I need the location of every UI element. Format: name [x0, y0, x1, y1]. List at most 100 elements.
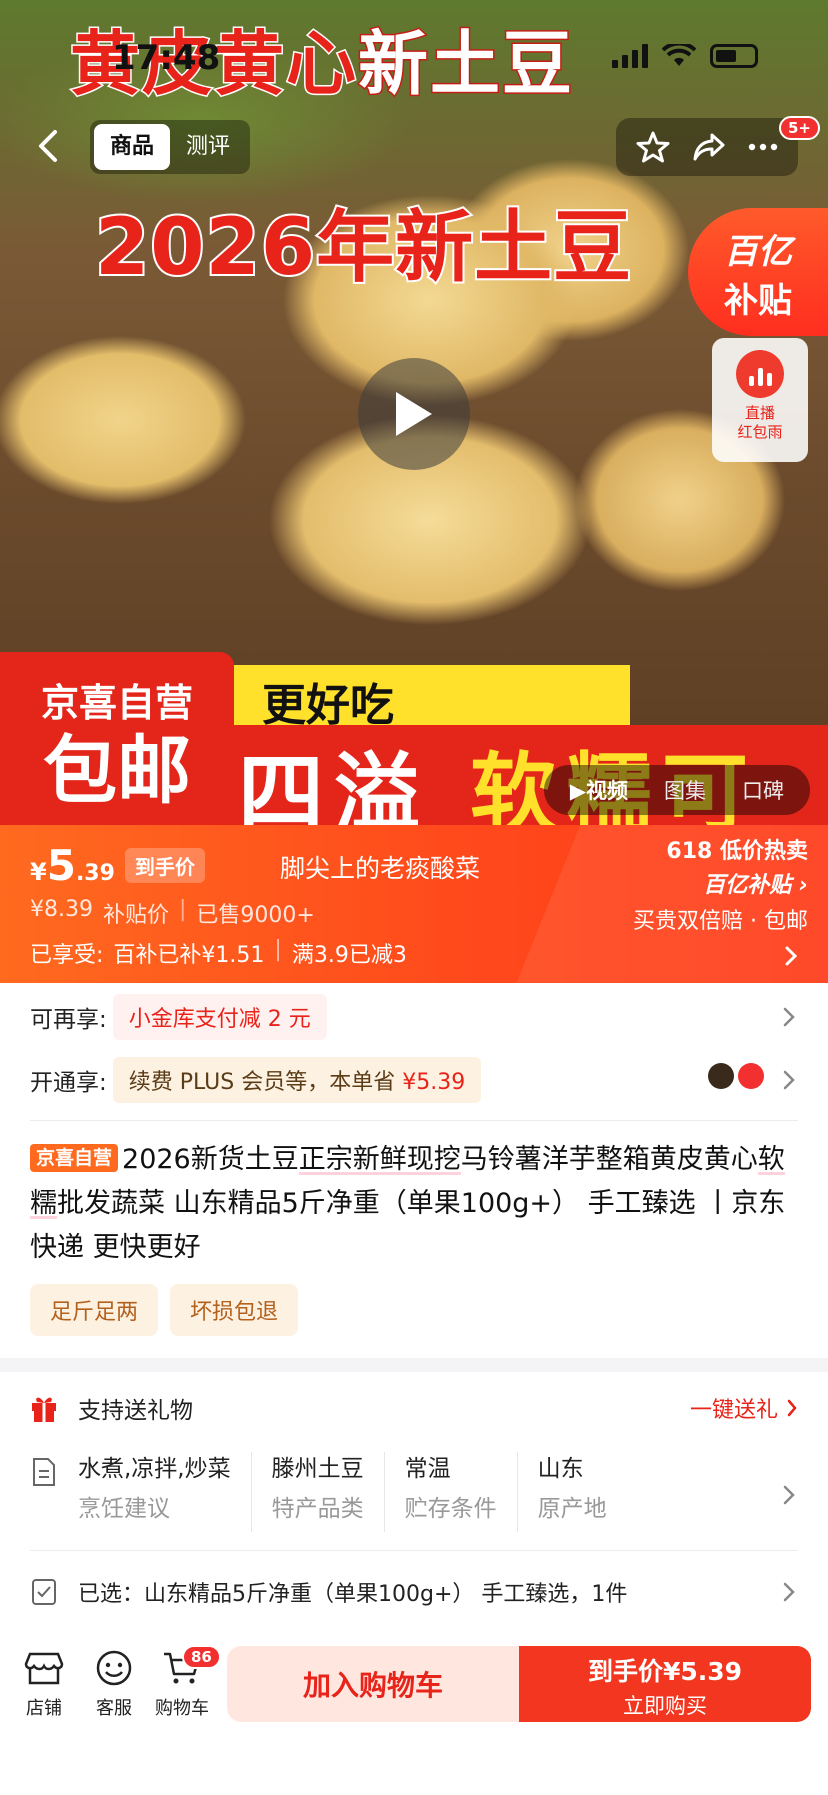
- subsidy-applied: 百补已补¥1.51: [113, 943, 265, 968]
- jingxi-self-run-tag: 京喜自营: [30, 1144, 119, 1172]
- price-bar[interactable]: ¥ 5 .39 到手价 脚尖上的老痰酸菜 ¥8.39 补贴价 | 已售9000+…: [0, 825, 828, 983]
- jx-badge-title: 京喜自营: [40, 681, 193, 725]
- promo-618-label: 618 低价热卖: [666, 839, 808, 864]
- media-tab-gallery[interactable]: 图集: [646, 775, 724, 805]
- live-icon: [736, 350, 784, 398]
- status-icons: [612, 44, 758, 68]
- spec-item: 水煮,凉拌,炒菜 烹饪建议: [58, 1452, 252, 1532]
- jingxi-free-shipping-badge: 京喜自营 包邮: [0, 652, 234, 825]
- sold-count: 已售9000+: [196, 903, 315, 928]
- nav-actions: [616, 118, 798, 176]
- extra-offer-row[interactable]: 可再享: 小金库支付减 2 元: [30, 993, 327, 1041]
- play-icon: [396, 392, 432, 436]
- back-button[interactable]: [28, 122, 68, 170]
- chevron-right-icon: [787, 1399, 797, 1417]
- nav-tabs: 商品 测评: [90, 120, 251, 174]
- original-price: ¥8.39: [30, 897, 93, 922]
- buy-now-button[interactable]: 到手价¥5.39 立即购买: [519, 1646, 811, 1722]
- price-currency: ¥: [30, 858, 47, 886]
- subsidy-badge-line2: 补贴: [724, 281, 792, 321]
- spec-row[interactable]: 水煮,凉拌,炒菜 烹饪建议 滕州土豆 特产品类 常温 贮存条件 山东 原产地: [30, 1452, 798, 1532]
- back-arrow-icon: [39, 130, 57, 162]
- chevron-right-icon: [783, 1485, 795, 1505]
- gift-icon: [32, 1397, 56, 1422]
- subsidy-promo-panel[interactable]: 618 低价热卖 百亿补贴 › 买贵双倍赔 · 包邮: [588, 833, 808, 935]
- tab-product[interactable]: 商品: [94, 124, 171, 170]
- divider: [30, 1120, 798, 1121]
- live-red-packet-button[interactable]: 直播 红包雨: [712, 338, 808, 462]
- subsidy-badge-line1: 百亿: [724, 232, 792, 272]
- chevron-right-icon: [785, 946, 798, 966]
- extra-offer-pill: 小金库支付减 2 元: [112, 994, 327, 1040]
- plus-icons: [708, 1063, 764, 1089]
- favorite-button[interactable]: [636, 130, 670, 164]
- selected-variant-row[interactable]: 已选：山东精品5斤净重（单果100g+） 手工臻选，1件: [30, 1572, 798, 1612]
- gift-row[interactable]: 支持送礼物 一键送礼: [30, 1388, 798, 1428]
- price-integer: 5: [46, 841, 76, 890]
- spec-item: 常温 贮存条件: [385, 1452, 518, 1532]
- price-slogan: 脚尖上的老痰酸菜: [280, 854, 481, 883]
- separator: |: [179, 897, 187, 922]
- one-click-gift-button[interactable]: 一键送礼: [690, 1392, 798, 1424]
- red-packet-label: 红包雨: [737, 423, 783, 441]
- card-icon: [738, 1063, 764, 1089]
- discount-applied: 满3.9已减3: [291, 943, 407, 968]
- status-time: 17:48: [112, 38, 221, 78]
- buy-now-label: 立即购买: [623, 1694, 707, 1718]
- subsidy-link: 百亿补贴 ›: [703, 873, 808, 898]
- status-bar: 17:48: [0, 0, 828, 110]
- media-tab-video[interactable]: ▶视频: [552, 775, 646, 805]
- media-tab-reviews[interactable]: 口碑: [724, 775, 802, 805]
- plus-offer-label: 开通享:: [30, 1070, 107, 1096]
- price-original-row: ¥8.39 补贴价 | 已售9000+: [30, 897, 315, 929]
- jx-badge-sub: 包邮: [43, 728, 191, 814]
- original-price-label: 补贴价: [102, 903, 169, 928]
- discount-row: 已享受: 百补已补¥1.51 | 满3.9已减3: [30, 937, 407, 969]
- cart-count-badge: 86: [182, 1645, 221, 1669]
- cart-label: 购物车: [155, 1698, 209, 1719]
- extra-offer-label: 可再享:: [30, 1007, 107, 1033]
- section-gap: [0, 1358, 828, 1372]
- chevron-right-icon: [783, 1582, 795, 1602]
- final-price-tag: 到手价: [124, 848, 205, 883]
- service-tag[interactable]: 坏损包退: [170, 1284, 299, 1336]
- document-icon: [33, 1458, 55, 1486]
- price-decimal: .39: [75, 861, 115, 886]
- plus-offer-pill: 续费 PLUS 会员等，本单省 ¥5.39: [112, 1057, 482, 1103]
- plus-crown-icon: [708, 1063, 734, 1089]
- spec-item: 滕州土豆 特产品类: [252, 1452, 385, 1532]
- star-icon: [636, 131, 670, 163]
- store-icon: [24, 1652, 64, 1685]
- chevron-right-icon: [783, 1007, 795, 1027]
- price-guarantee: 买贵双倍赔 · 包邮: [633, 909, 808, 934]
- price-main: ¥ 5 .39 到手价: [30, 841, 205, 890]
- selected-check-icon: [32, 1579, 56, 1605]
- battery-icon: [710, 44, 758, 68]
- message-count-badge: 5+: [778, 116, 820, 140]
- service-tags: 足斤足两 坏损包退: [30, 1284, 299, 1336]
- tab-review[interactable]: 测评: [170, 124, 246, 170]
- more-dots-icon: [748, 143, 778, 151]
- add-to-cart-button[interactable]: 加入购物车: [227, 1646, 519, 1722]
- chat-face-icon: [96, 1650, 132, 1686]
- service-tag[interactable]: 足斤足两: [30, 1284, 159, 1336]
- play-video-button[interactable]: [358, 358, 470, 470]
- enjoyed-label: 已享受:: [30, 943, 104, 968]
- live-label: 直播: [744, 404, 775, 422]
- signal-icon: [612, 44, 648, 68]
- share-button[interactable]: [692, 130, 726, 164]
- more-button[interactable]: [748, 142, 778, 152]
- buy-price-label: 到手价¥5.39: [587, 1657, 743, 1686]
- share-icon: [693, 133, 725, 161]
- store-label: 店铺: [26, 1698, 62, 1719]
- spec-item: 山东 原产地: [537, 1456, 607, 1522]
- store-button[interactable]: 店铺: [4, 1650, 84, 1720]
- hundred-billion-subsidy-badge[interactable]: 百亿 补贴: [688, 208, 828, 336]
- plus-offer-row[interactable]: 开通享: 续费 PLUS 会员等，本单省 ¥5.39: [30, 1056, 482, 1104]
- wifi-icon: [662, 44, 696, 66]
- chevron-right-icon: [783, 1070, 795, 1090]
- media-tabs: ▶视频 图集 口碑: [543, 765, 810, 815]
- divider: [30, 1550, 798, 1551]
- hero-title-mid: 2026年新土豆: [93, 201, 633, 295]
- selected-variant-label: 已选：山东精品5斤净重（单果100g+） 手工臻选，1件: [78, 1582, 628, 1607]
